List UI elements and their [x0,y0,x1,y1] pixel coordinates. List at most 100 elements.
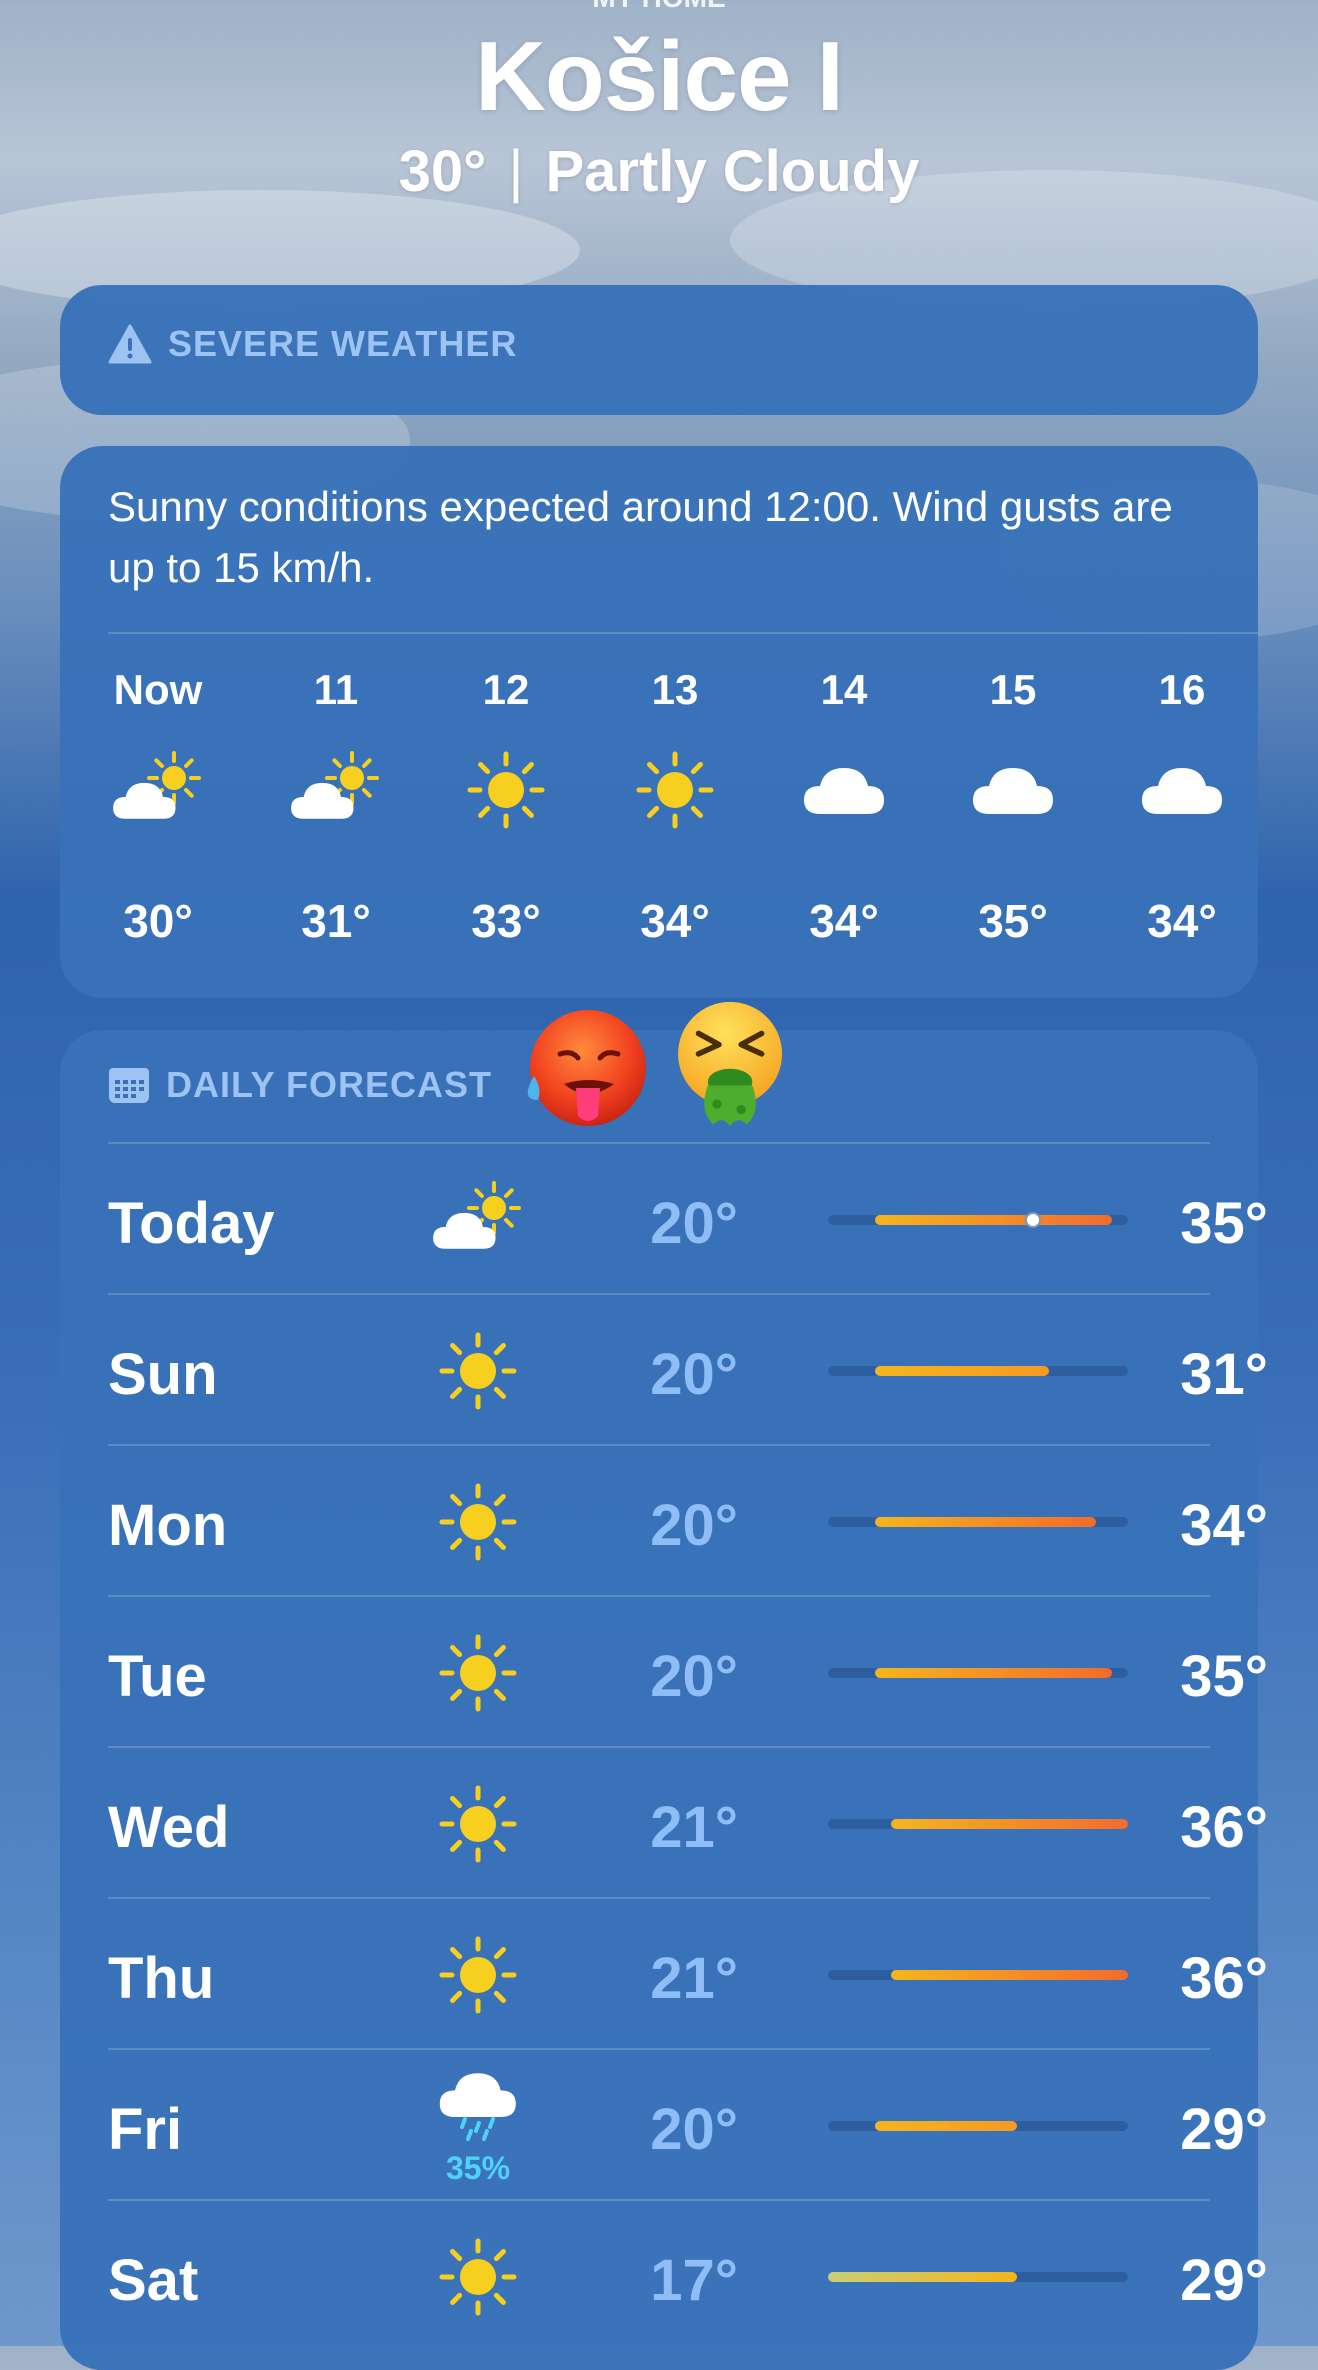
current-temp-indicator [1025,1212,1042,1228]
daily-forecast-row[interactable]: Today 20° 35° [108,1142,1270,1292]
row-divider [108,1746,1210,1748]
daily-forecast-row[interactable]: Sat 17° 29° [108,2199,1270,2349]
current-temperature: 30° [398,139,487,204]
severe-weather-title: SEVERE WEATHER [168,323,518,364]
high-temperature: 35° [1180,1644,1268,1709]
hour-temperature: 30° [123,895,193,947]
sun-icon [439,1634,517,1712]
daily-forecast-card[interactable]: DAILY FORECAST Today 20° 35° Sun 20° 31° Mon 20… [60,1030,1268,2370]
sun-icon [636,751,714,829]
day-name: Fri [108,2097,183,2162]
sun-icon [439,1785,517,1863]
temperature-range-bar [828,2121,1128,2131]
hour-label: 13 [651,666,699,713]
low-temperature: 21° [650,1795,738,1860]
high-temperature: 31° [1180,1342,1268,1407]
temperature-range-bar [828,1517,1128,1527]
sun-icon [439,1483,517,1561]
daily-forecast-header: DAILY FORECAST [108,1064,492,1106]
hour-label: 15 [989,666,1037,713]
day-name: Wed [108,1795,230,1860]
hour-icon [794,750,894,830]
temperature-range-bar [828,1212,1128,1228]
city-name: Košice I [475,21,844,131]
day-name: Today [108,1191,275,1256]
day-icon: 35% [428,2060,528,2186]
high-temperature: 36° [1180,1946,1268,2011]
hour-label: Now [113,666,203,713]
temperature-range-bar [828,1366,1128,1376]
hourly-forecast-card[interactable]: Sunny conditions expected around 12:00. … [60,446,1258,998]
cloud-icon [804,768,884,814]
forecast-summary: Sunny conditions expected around 12:00. … [108,483,1173,591]
row-divider [108,1142,1210,1144]
current-condition: Partly Cloudy [545,139,920,204]
temperature-range-fill [875,1668,1113,1678]
sun-icon [439,1332,517,1410]
hour-temperature: 34° [1147,895,1217,947]
temperature-range-fill [828,2272,1018,2282]
high-temperature: 29° [1180,2097,1268,2162]
low-temperature: 17° [650,2248,738,2313]
daily-forecast-row[interactable]: Fri 35% 20° 29° [108,2048,1270,2198]
high-temperature: 35° [1180,1191,1268,1256]
row-divider [108,2199,1210,2201]
hour-temperature: 34° [809,895,879,947]
temperature-range-bar [828,2272,1128,2282]
partly-cloudy-icon [291,751,379,819]
low-temperature: 20° [650,1493,738,1558]
hot-face-emoji [527,1010,646,1126]
day-icon [428,1331,528,1411]
low-temperature: 20° [650,1191,738,1256]
hour-label: 11 [313,666,359,713]
day-name: Sat [108,2248,199,2313]
daily-forecast-row[interactable]: Sun 20° 31° [108,1293,1270,1443]
sun-icon [467,751,545,829]
day-icon [428,1180,528,1260]
hour-icon [625,750,725,830]
temperature-range-fill [891,1819,1128,1829]
severe-weather-card[interactable]: SEVERE WEATHER [60,285,1258,415]
hour-label: 12 [482,666,530,713]
daily-forecast-row[interactable]: Mon 20° 34° [108,1444,1270,1594]
warning-triangle-icon [108,324,152,364]
day-name: Sun [108,1342,218,1407]
day-icon [428,1633,528,1713]
hour-icon [1132,750,1232,830]
low-temperature: 21° [650,1946,738,2011]
temperature-range-fill [891,1970,1128,1980]
temperature-range-fill [875,1215,1113,1225]
summary-divider [108,632,1258,634]
day-name: Thu [108,1946,215,2011]
calendar-icon [109,1068,149,1103]
temperature-range-fill [875,1366,1050,1376]
hour-icon [286,750,386,830]
temperature-range-bar [828,1668,1128,1678]
temperature-range-fill [875,1517,1097,1527]
conditions-separator: | [508,139,524,204]
sun-icon [439,1936,517,2014]
low-temperature: 20° [650,1644,738,1709]
daily-forecast-title: DAILY FORECAST [166,1064,493,1105]
row-divider [108,1897,1210,1899]
day-icon [428,1482,528,1562]
hourly-strip[interactable]: Now 30° 11 31° 12 33° 13 34° 14 34° 15 35° 16 34° [60,666,1258,986]
severe-weather-header: SEVERE WEATHER [108,323,517,365]
row-divider [108,1595,1210,1597]
row-divider [108,1444,1210,1446]
high-temperature: 29° [1180,2248,1268,2313]
hour-temperature: 33° [471,895,541,947]
vomiting-face-emoji [678,1001,783,1127]
daily-forecast-row[interactable]: Wed 21° 36° [108,1746,1270,1896]
daily-forecast-row[interactable]: Tue 20° 35° [108,1595,1270,1745]
daily-forecast-row[interactable]: Thu 21° 36° [108,1897,1270,2047]
day-icon [428,1935,528,2015]
day-name: Mon [108,1493,228,1558]
temperature-range-bar [828,1970,1128,1980]
cloud-icon [1142,768,1222,814]
current-conditions: 30° | Partly Cloudy [0,138,1318,205]
hour-label: 16 [1158,666,1206,713]
partly-cloudy-icon [433,1181,521,1249]
row-divider [108,2048,1210,2050]
hour-icon [456,750,556,830]
